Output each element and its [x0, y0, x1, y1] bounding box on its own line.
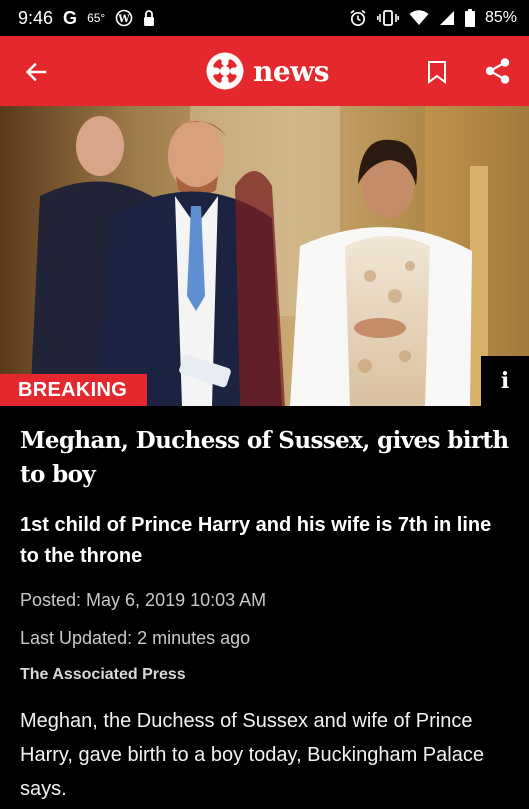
back-arrow-icon [25, 62, 47, 82]
last-updated-timestamp: Last Updated: 2 minutes ago [20, 628, 251, 648]
breaking-badge: BREAKING [0, 374, 148, 406]
hero-photo-illustration [0, 106, 529, 406]
back-button[interactable] [22, 58, 50, 86]
wifi-icon [409, 10, 429, 26]
posted-timestamp: Posted: May 6, 2019 10:03 AM [20, 590, 267, 610]
article-subhead: 1st child of Prince Harry and his wife i… [20, 514, 492, 567]
vibrate-icon [376, 9, 399, 27]
svg-text:W: W [118, 14, 131, 25]
battery-percent: 85% [484, 9, 517, 26]
share-icon [485, 58, 510, 84]
lock-icon [143, 9, 155, 27]
wordpress-icon: W [115, 9, 133, 27]
article-headline: Meghan, Duchess of Sussex, gives birth t… [20, 427, 509, 488]
article-body: Meghan, the Duchess of Sussex and wife o… [20, 710, 484, 800]
hero-photo[interactable] [0, 106, 529, 406]
clock: 9:46 [18, 7, 54, 28]
app-bar: news [0, 36, 529, 106]
signal-icon [439, 10, 455, 26]
status-bar-right: 85% [349, 9, 517, 27]
cbc-gem-logo [206, 52, 244, 90]
brand-name: news [253, 54, 330, 88]
battery-icon [464, 9, 475, 27]
alarm-icon [349, 9, 367, 27]
article-source: The Associated Press [20, 666, 186, 683]
photo-info-button[interactable]: i [481, 356, 529, 406]
bookmark-icon [428, 61, 446, 84]
status-bar-left: 9:46 G 65° W [18, 8, 155, 29]
share-button[interactable] [484, 56, 512, 86]
google-icon: G [63, 7, 78, 28]
temperature: 65° [87, 11, 106, 25]
bookmark-button[interactable] [424, 58, 450, 86]
cbc-news-logo: news [205, 51, 330, 91]
status-bar: 9:46 G 65° W 85% [0, 0, 529, 36]
